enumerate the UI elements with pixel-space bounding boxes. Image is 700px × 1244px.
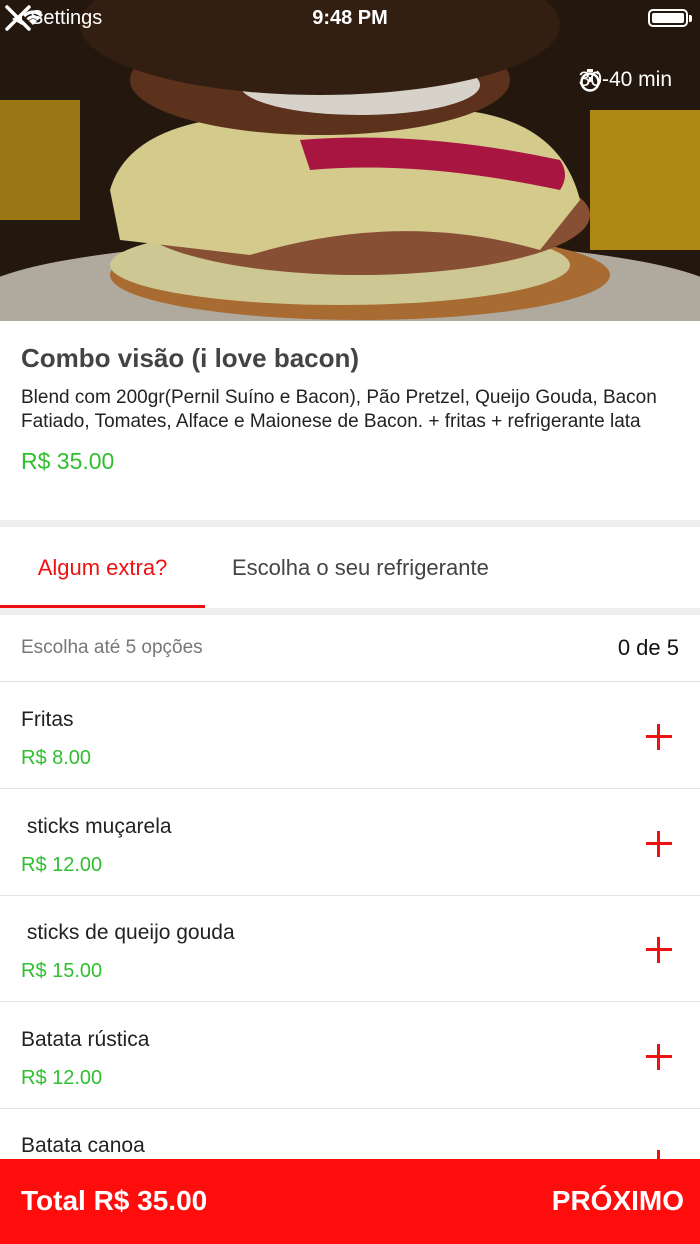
tab-extras-label: Algum extra?: [37, 554, 168, 580]
next-button[interactable]: PRÓXIMO: [552, 1185, 684, 1217]
product-image: Settings 9:48 PM 30-40 min: [0, 0, 700, 321]
option-name: Batata canoa: [21, 1134, 145, 1157]
option-item[interactable]: Batata rústica R$ 12.00: [0, 1003, 700, 1109]
tab-extras[interactable]: Algum extra?: [0, 527, 205, 608]
product-description: Blend com 200gr(Pernil Suíno e Bacon), P…: [21, 387, 657, 432]
option-price: R$ 15.00: [21, 960, 103, 982]
product-title: Combo visão (i love bacon): [21, 343, 360, 373]
delivery-time: 30-40 min: [579, 68, 672, 92]
option-name: sticks muçarela: [21, 815, 172, 838]
tab-bar: Algum extra? Escolha o seu refrigerante: [0, 527, 700, 608]
tab-soda[interactable]: Escolha o seu refrigerante: [205, 527, 555, 608]
add-icon[interactable]: [646, 1044, 672, 1070]
selection-instruction: Escolha até 5 opções: [21, 637, 203, 658]
option-price: R$ 8.00: [21, 747, 92, 769]
option-item[interactable]: sticks muçarela R$ 12.00: [0, 790, 700, 896]
option-price: R$ 12.00: [21, 854, 103, 876]
product-price: R$ 35.00: [21, 448, 115, 474]
add-icon[interactable]: [646, 724, 672, 750]
checkout-bar[interactable]: Total R$ 35.00 PRÓXIMO: [0, 1159, 700, 1244]
close-icon[interactable]: [0, 0, 36, 36]
burger-illustration: [0, 0, 700, 321]
divider: [0, 520, 700, 527]
tab-soda-label: Escolha o seu refrigerante: [232, 554, 489, 580]
option-name: sticks de queijo gouda: [21, 921, 235, 944]
status-time: 9:48 PM: [312, 7, 388, 29]
selection-count: 0 de 5: [617, 635, 679, 660]
option-name: Batata rústica: [21, 1028, 150, 1051]
stopwatch-icon: [579, 69, 600, 92]
option-price: R$ 12.00: [21, 1067, 103, 1089]
add-icon[interactable]: [646, 831, 672, 857]
status-bar: Settings 9:48 PM: [0, 0, 700, 38]
divider: [0, 608, 700, 615]
selection-header: Escolha até 5 opções 0 de 5: [0, 615, 700, 682]
add-icon[interactable]: [646, 937, 672, 963]
battery-icon: [648, 9, 692, 27]
product-info: Combo visão (i love bacon) Blend com 200…: [0, 321, 700, 475]
option-item[interactable]: sticks de queijo gouda R$ 15.00: [0, 896, 700, 1002]
option-name: Fritas: [21, 708, 74, 731]
total-label: Total R$ 35.00: [21, 1185, 208, 1216]
option-item[interactable]: Fritas R$ 8.00: [0, 683, 700, 789]
